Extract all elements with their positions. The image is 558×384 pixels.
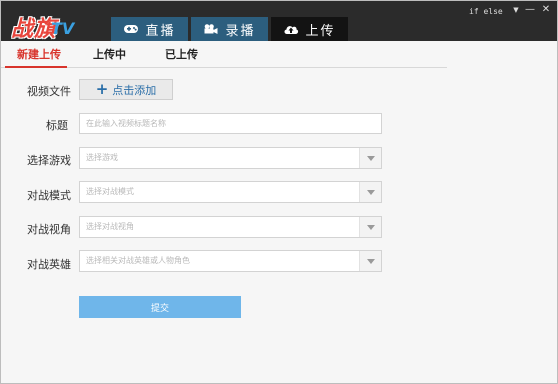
nav-tab-label: 上传 (305, 23, 336, 39)
battle-view-select-placeholder: 选择对战视角 (86, 222, 134, 231)
battle-hero-select-placeholder: 选择相关对战英雄或人物角色 (86, 256, 190, 265)
title-input-placeholder: 在此输入视频标题名称 (86, 119, 166, 128)
chevron-down-icon (366, 189, 375, 195)
submit-button[interactable]: 提交 (79, 296, 241, 318)
battle-hero-select[interactable]: 选择相关对战英雄或人物角色 (79, 250, 382, 272)
battle-mode-select-placeholder: 选择对战模式 (86, 187, 134, 196)
window-caption-text: if else (469, 7, 503, 16)
upload-subtabs: 新建上传 上传中 已上传 (1, 41, 447, 68)
battle-mode-select[interactable]: 选择对战模式 (79, 181, 382, 203)
app-window: 战旗 TV 直播 录播 上传 if else ▼ — ✕ 新建上传 上传中 已上… (0, 0, 558, 384)
nav-tab-label: 录播 (225, 23, 256, 39)
battle-view-label: 对战视角 (27, 223, 71, 236)
chevron-down-icon (366, 155, 375, 161)
battle-view-dropdown-button[interactable] (359, 217, 381, 237)
battle-hero-dropdown-button[interactable] (359, 251, 381, 271)
chevron-down-icon (366, 224, 375, 230)
gamepad-icon (123, 23, 139, 35)
active-subtab-indicator (5, 66, 67, 68)
logo-tv-text: TV (51, 19, 75, 38)
battle-mode-label: 对战模式 (27, 189, 71, 202)
title-bar: 战旗 TV 直播 录播 上传 if else ▼ — ✕ (1, 1, 557, 42)
add-video-button[interactable]: + 点击添加 (79, 79, 173, 100)
game-select[interactable]: 选择游戏 (79, 147, 382, 169)
subtab-uploading[interactable]: 上传中 (93, 46, 126, 62)
subtab-uploaded[interactable]: 已上传 (165, 46, 198, 62)
nav-tab-record[interactable]: 录播 (191, 17, 268, 41)
title-input[interactable]: 在此输入视频标题名称 (79, 113, 382, 134)
game-label: 选择游戏 (27, 154, 71, 167)
add-video-button-label: 点击添加 (112, 83, 157, 97)
game-select-dropdown-button[interactable] (359, 148, 381, 168)
video-file-label: 视频文件 (27, 85, 71, 98)
plus-icon: + (95, 80, 109, 98)
close-icon[interactable]: ✕ (539, 3, 553, 17)
battle-mode-dropdown-button[interactable] (359, 182, 381, 202)
battle-view-select[interactable]: 选择对战视角 (79, 216, 382, 238)
video-camera-icon (203, 23, 219, 35)
dropdown-icon[interactable]: ▼ (509, 3, 523, 17)
chevron-down-icon (366, 258, 375, 264)
submit-button-label: 提交 (150, 303, 169, 314)
battle-hero-label: 对战英雄 (27, 258, 71, 271)
nav-tab-label: 直播 (145, 23, 176, 39)
nav-tab-upload[interactable]: 上传 (271, 17, 348, 41)
app-logo: 战旗 TV (11, 9, 77, 42)
cloud-upload-icon (283, 23, 299, 35)
game-select-placeholder: 选择游戏 (86, 153, 118, 162)
subtab-new-upload[interactable]: 新建上传 (17, 46, 61, 62)
nav-tab-live[interactable]: 直播 (111, 17, 188, 41)
title-label: 标题 (46, 119, 68, 132)
minimize-icon[interactable]: — (523, 3, 537, 17)
